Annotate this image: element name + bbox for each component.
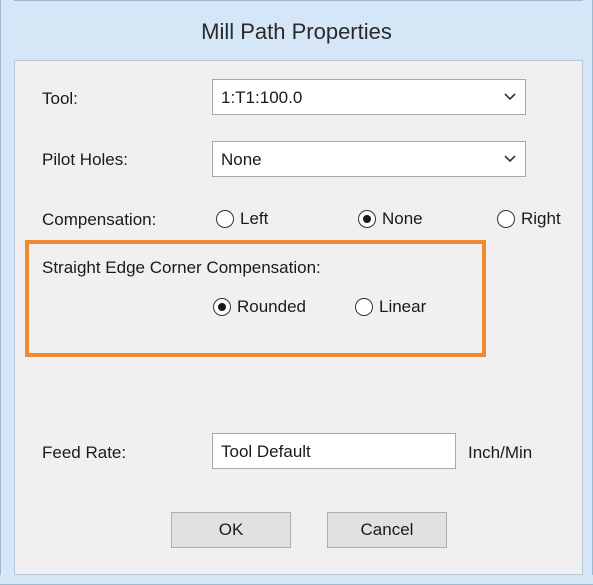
corner-rounded-radio[interactable]: Rounded — [213, 295, 306, 319]
pilot-holes-select-value: None — [221, 150, 262, 169]
mill-path-properties-dialog: Mill Path Properties Tool: 1:T1:100.0 Pi… — [0, 0, 593, 585]
compensation-left-label: Left — [240, 209, 269, 228]
pilot-holes-label: Pilot Holes: — [42, 150, 128, 169]
tool-select[interactable]: 1:T1:100.0 — [212, 79, 526, 115]
feed-rate-input[interactable]: Tool Default — [212, 433, 456, 469]
feed-rate-input-value: Tool Default — [221, 442, 311, 461]
compensation-none-radio[interactable]: None — [358, 207, 423, 231]
feed-rate-label: Feed Rate: — [42, 443, 127, 462]
radio-button-icon — [216, 210, 234, 228]
radio-button-icon — [355, 298, 373, 316]
tool-label: Tool: — [42, 89, 78, 108]
radio-button-selected-icon — [213, 298, 231, 316]
ok-button[interactable]: OK — [171, 512, 291, 548]
compensation-right-radio[interactable]: Right — [497, 207, 561, 231]
corner-linear-radio[interactable]: Linear — [355, 295, 426, 319]
chevron-down-icon — [504, 93, 516, 101]
corner-compensation-label: Straight Edge Corner Compensation: — [42, 258, 321, 277]
compensation-right-label: Right — [521, 209, 561, 228]
window-frame-right — [583, 0, 593, 585]
compensation-left-radio[interactable]: Left — [216, 207, 268, 231]
compensation-none-label: None — [382, 209, 423, 228]
pilot-holes-select[interactable]: None — [212, 141, 526, 177]
cancel-button[interactable]: Cancel — [327, 512, 447, 548]
dialog-title: Mill Path Properties — [201, 19, 392, 44]
window-frame-bottom — [0, 575, 593, 585]
title-bar[interactable]: Mill Path Properties — [0, 0, 593, 60]
chevron-down-icon — [504, 155, 516, 163]
feed-rate-unit: Inch/Min — [468, 443, 533, 462]
window-frame-left — [0, 0, 14, 585]
radio-button-icon — [497, 210, 515, 228]
corner-rounded-label: Rounded — [237, 297, 307, 316]
corner-linear-label: Linear — [379, 297, 427, 316]
radio-button-selected-icon — [358, 210, 376, 228]
tool-select-value: 1:T1:100.0 — [221, 88, 303, 107]
compensation-label: Compensation: — [42, 210, 157, 229]
